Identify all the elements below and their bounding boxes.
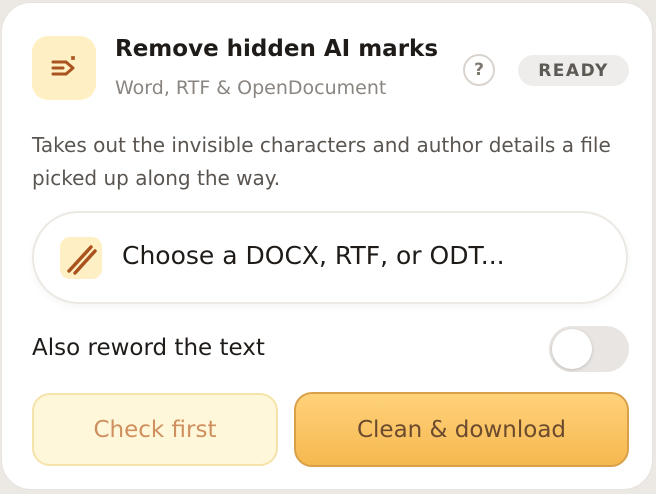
- wand-sparkle-icon: [32, 36, 96, 100]
- status-badge: READY: [518, 55, 629, 86]
- clean-download-button[interactable]: Clean & download: [294, 392, 629, 467]
- file-picker-label: Choose a DOCX, RTF, or ODT...: [122, 241, 505, 270]
- help-button[interactable]: ?: [463, 54, 495, 86]
- tool-title: Remove hidden AI marks: [115, 36, 439, 62]
- tool-description: Takes out the invisible characters and a…: [32, 133, 611, 190]
- reword-toggle[interactable]: [549, 326, 629, 372]
- reword-toggle-label: Also reword the text: [32, 335, 265, 361]
- tool-subtitle: Word, RTF & OpenDocument: [115, 77, 387, 99]
- help-icon: ?: [474, 60, 484, 80]
- check-first-button[interactable]: Check first: [32, 393, 278, 466]
- file-picker[interactable]: Choose a DOCX, RTF, or ODT...: [32, 211, 628, 304]
- tool-card: Remove hidden AI marks Word, RTF & OpenD…: [1, 2, 653, 490]
- toggle-knob: [552, 329, 592, 369]
- striped-file-icon: [60, 237, 102, 279]
